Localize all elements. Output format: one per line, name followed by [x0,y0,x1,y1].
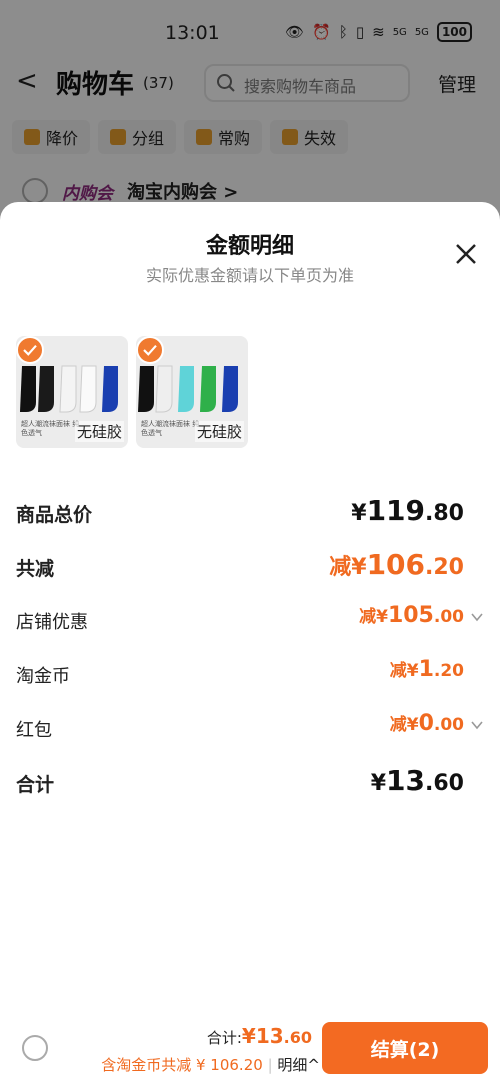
amount-dec: .20 [425,555,464,580]
amount-int: 1 [418,657,434,682]
detail-toggle[interactable]: 明细^ [277,1056,320,1074]
close-icon[interactable] [450,238,482,270]
amount-int: 119 [366,494,426,527]
checkout-button[interactable]: 结算(2) [322,1022,488,1074]
thumb-label: 无硅胶 [74,421,124,442]
total-price-value: ¥119.80 [351,494,464,527]
row-total-price: 商品总价 ¥119.80 [16,492,484,532]
saving-line: 含淘金币共减 ¥ 106.20 | 明细^ [101,1056,320,1074]
total-line: 合计:¥13.60 [207,1024,312,1048]
amount-int: 0 [418,711,434,736]
checkmark-icon[interactable] [16,336,44,364]
row-redpacket[interactable]: 红包 减¥0.00 [16,708,484,748]
thumb-caption: 超人潮流袜面袜 纯色透气 [141,420,200,437]
chevron-down-icon[interactable] [470,718,484,732]
taojinbi-value: 减¥1.20 [390,656,464,682]
amount-dec: .00 [433,607,464,627]
row-label: 合计 [16,774,55,796]
amount-dec: .20 [433,661,464,681]
product-thumbnail[interactable]: 超人潮流袜面袜 纯色透气 无硅胶 [16,336,128,448]
currency: 减¥ [389,715,419,735]
thumb-label: 无硅胶 [194,421,244,442]
currency: ¥ [351,501,367,526]
amount-int: 106 [366,548,426,581]
saving-text: 含淘金币共减 ¥ 106.20 [101,1056,263,1074]
product-thumbnail[interactable]: 超人潮流袜面袜 纯色透气 无硅胶 [136,336,248,448]
total-discount-value: 减¥106.20 [329,548,464,581]
amount-dec: .80 [425,501,464,526]
redpacket-value: 减¥0.00 [390,710,464,736]
amount-dec: .60 [283,1028,312,1047]
row-label: 共减 [16,558,55,580]
total-amount: ¥13.60 [242,1024,312,1048]
row-label: 淘金币 [16,666,70,687]
row-label: 店铺优惠 [16,612,88,633]
amount-int: 105 [387,603,434,628]
row-sum: 合计 ¥13.60 [16,762,484,802]
thumb-caption: 超人潮流袜面袜 纯色透气 [21,420,80,437]
amount-int: 13 [386,764,426,797]
chevron-down-icon[interactable] [470,610,484,624]
row-label: 红包 [16,720,52,741]
currency: ¥ [370,771,387,796]
amount-dec: .00 [433,715,464,735]
row-total-discount: 共减 减¥106.20 [16,546,484,586]
total-label: 合计: [206,1029,242,1047]
row-shop-discount[interactable]: 店铺优惠 减¥105.00 [16,600,484,640]
shop-discount-value: 减¥105.00 [359,602,464,628]
amount-dec: .60 [425,771,464,796]
currency: ¥ [241,1024,256,1048]
row-taojinbi: 淘金币 减¥1.20 [16,654,484,694]
currency: 减¥ [389,661,419,681]
amount-int: 13 [255,1024,284,1048]
sum-value: ¥13.60 [371,764,464,797]
product-thumbnails: 超人潮流袜面袜 纯色透气 无硅胶 超人潮流袜面袜 纯色透气 无硅胶 [16,336,248,448]
select-all-radio[interactable] [22,1035,48,1061]
checkmark-icon[interactable] [136,336,164,364]
currency: 减¥ [359,607,388,627]
sheet-subtitle: 实际优惠金额请以下单页为准 [145,266,354,285]
currency: 减¥ [329,555,367,580]
bottom-bar: 合计:¥13.60 含淘金币共减 ¥ 106.20 | 明细^ 结算(2) [0,1010,500,1085]
sheet-title: 金额明细 [205,234,294,259]
row-label: 商品总价 [16,504,93,526]
amount-detail-sheet: 金额明细 实际优惠金额请以下单页为准 超人潮流袜面袜 纯色透气 无硅胶 超人潮流… [0,202,500,1085]
